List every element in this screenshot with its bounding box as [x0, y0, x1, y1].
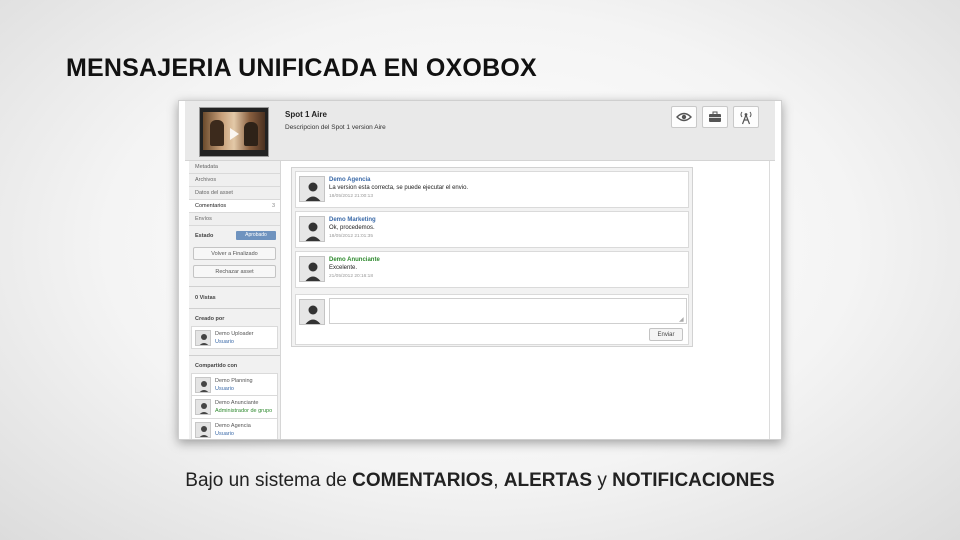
- asset-title: Spot 1 Aire: [285, 110, 327, 119]
- sidebar-item-label: Archivos: [195, 177, 217, 183]
- user-icon: [199, 426, 209, 437]
- user-icon: [305, 222, 321, 241]
- view-button[interactable]: [671, 106, 697, 128]
- user-name: Demo Agencia: [215, 423, 251, 429]
- avatar: [299, 256, 325, 282]
- caption-keyword: COMENTARIOS: [352, 470, 494, 491]
- app-screenshot: Spot 1 Aire Descripcion del Spot 1 versi…: [178, 100, 782, 440]
- user-role[interactable]: Usuario: [215, 339, 234, 345]
- comment-author[interactable]: Demo Anunciante: [329, 257, 380, 263]
- status-label: Estado: [195, 233, 214, 239]
- user-icon: [199, 334, 209, 345]
- user-icon: [305, 182, 321, 201]
- back-to-finalized-button[interactable]: Volver a Finalizado: [193, 247, 276, 260]
- created-by-label: Creado por: [195, 316, 225, 322]
- avatar: [195, 399, 211, 415]
- comment-item: Demo Anunciante Excelente. 21/05/2012 20…: [295, 251, 689, 288]
- broadcast-button[interactable]: [733, 106, 759, 128]
- divider: [189, 286, 280, 287]
- resize-handle-icon[interactable]: ◢: [679, 316, 684, 323]
- user-name: Demo Planning: [215, 378, 253, 384]
- sidebar-item-label: Metadata: [195, 164, 218, 170]
- avatar: [299, 176, 325, 202]
- status-row: Estado Aprobado: [189, 228, 280, 244]
- asset-sidebar: Metadata Archivos Datos del asset Coment…: [189, 161, 281, 439]
- comment-count: 3: [271, 203, 275, 209]
- comment-text: Ok, procedemos.: [329, 225, 375, 231]
- user-icon: [305, 262, 321, 281]
- avatar: [195, 330, 211, 346]
- slide-title: MENSAJERIA UNIFICADA EN OXOBOX: [66, 54, 537, 82]
- user-name: Demo Uploader: [215, 331, 254, 337]
- eye-icon: [676, 112, 692, 122]
- sidebar-item-datos[interactable]: Datos del asset: [189, 187, 280, 200]
- sidebar-item-label: Datos del asset: [195, 190, 233, 196]
- user-role[interactable]: Administrador de grupo: [215, 408, 272, 414]
- reject-asset-button[interactable]: Rechazar asset: [193, 265, 276, 278]
- video-figure: [210, 120, 224, 146]
- broadcast-icon: [740, 111, 752, 125]
- shared-users-list: Demo Planning Usuario Demo Anunciante Ad…: [189, 373, 280, 439]
- play-icon[interactable]: [230, 128, 239, 140]
- send-button[interactable]: Enviar: [649, 328, 683, 341]
- avatar: [299, 216, 325, 242]
- shared-user-card[interactable]: Demo Agencia Usuario: [191, 419, 278, 439]
- comment-text: La version esta correcta, se puede ejecu…: [329, 185, 469, 191]
- sidebar-item-label: Comentarios: [195, 203, 227, 209]
- reply-box: ◢ Enviar: [295, 294, 689, 345]
- divider: [189, 355, 280, 356]
- avatar: [195, 377, 211, 393]
- comment-item: Demo Agencia La version esta correcta, s…: [295, 171, 689, 208]
- divider: [189, 308, 280, 309]
- caption-text: ,: [493, 470, 504, 491]
- caption-text: Bajo un sistema de: [185, 470, 353, 491]
- shared-user-card[interactable]: Demo Planning Usuario: [191, 373, 278, 396]
- asset-description: Descripcion del Spot 1 version Aire: [285, 124, 386, 131]
- comment-input[interactable]: [329, 298, 687, 324]
- comment-date: 18/05/2012 21:01:35: [329, 234, 374, 239]
- creator-card[interactable]: Demo Uploader Usuario: [191, 326, 278, 349]
- sidebar-item-envios[interactable]: Envíos: [189, 213, 280, 226]
- user-icon: [305, 305, 321, 324]
- comments-panel: Demo Agencia La version esta correcta, s…: [291, 167, 693, 347]
- sidebar-item-archivos[interactable]: Archivos: [189, 174, 280, 187]
- video-thumbnail[interactable]: [199, 107, 269, 157]
- user-role[interactable]: Usuario: [215, 431, 234, 437]
- user-name: Demo Anunciante: [215, 400, 259, 406]
- status-badge: Aprobado: [236, 231, 276, 240]
- slide-caption: Bajo un sistema de COMENTARIOS, ALERTAS …: [0, 470, 960, 492]
- comment-text: Excelente.: [329, 265, 358, 271]
- asset-toolbar: [671, 106, 759, 128]
- sidebar-item-comentarios[interactable]: Comentarios 3: [189, 200, 280, 213]
- avatar: [195, 422, 211, 438]
- sidebar-item-metadata[interactable]: Metadata: [189, 161, 280, 174]
- sidebar-item-label: Envíos: [195, 216, 212, 222]
- briefcase-icon: [709, 111, 721, 122]
- asset-header: Spot 1 Aire Descripcion del Spot 1 versi…: [185, 101, 775, 161]
- briefcase-button[interactable]: [702, 106, 728, 128]
- user-icon: [199, 381, 209, 392]
- comment-date: 21/05/2012 20:16:18: [329, 274, 374, 279]
- avatar: [299, 299, 325, 325]
- comment-date: 18/05/2012 21:00:13: [329, 194, 374, 199]
- user-role[interactable]: Usuario: [215, 386, 234, 392]
- video-figure: [244, 122, 258, 146]
- divider: [769, 161, 770, 439]
- caption-keyword: ALERTAS: [503, 470, 593, 491]
- caption-keyword: NOTIFICACIONES: [612, 470, 775, 491]
- views-count: 0 Vistas: [195, 295, 216, 301]
- comment-author[interactable]: Demo Marketing: [329, 217, 376, 223]
- comment-item: Demo Marketing Ok, procedemos. 18/05/201…: [295, 211, 689, 248]
- shared-with-label: Compartido con: [195, 363, 238, 369]
- caption-text: y: [592, 470, 613, 491]
- shared-user-card[interactable]: Demo Anunciante Administrador de grupo: [191, 396, 278, 419]
- comment-author[interactable]: Demo Agencia: [329, 177, 370, 183]
- user-icon: [199, 403, 209, 414]
- asset-view: Spot 1 Aire Descripcion del Spot 1 versi…: [185, 101, 775, 439]
